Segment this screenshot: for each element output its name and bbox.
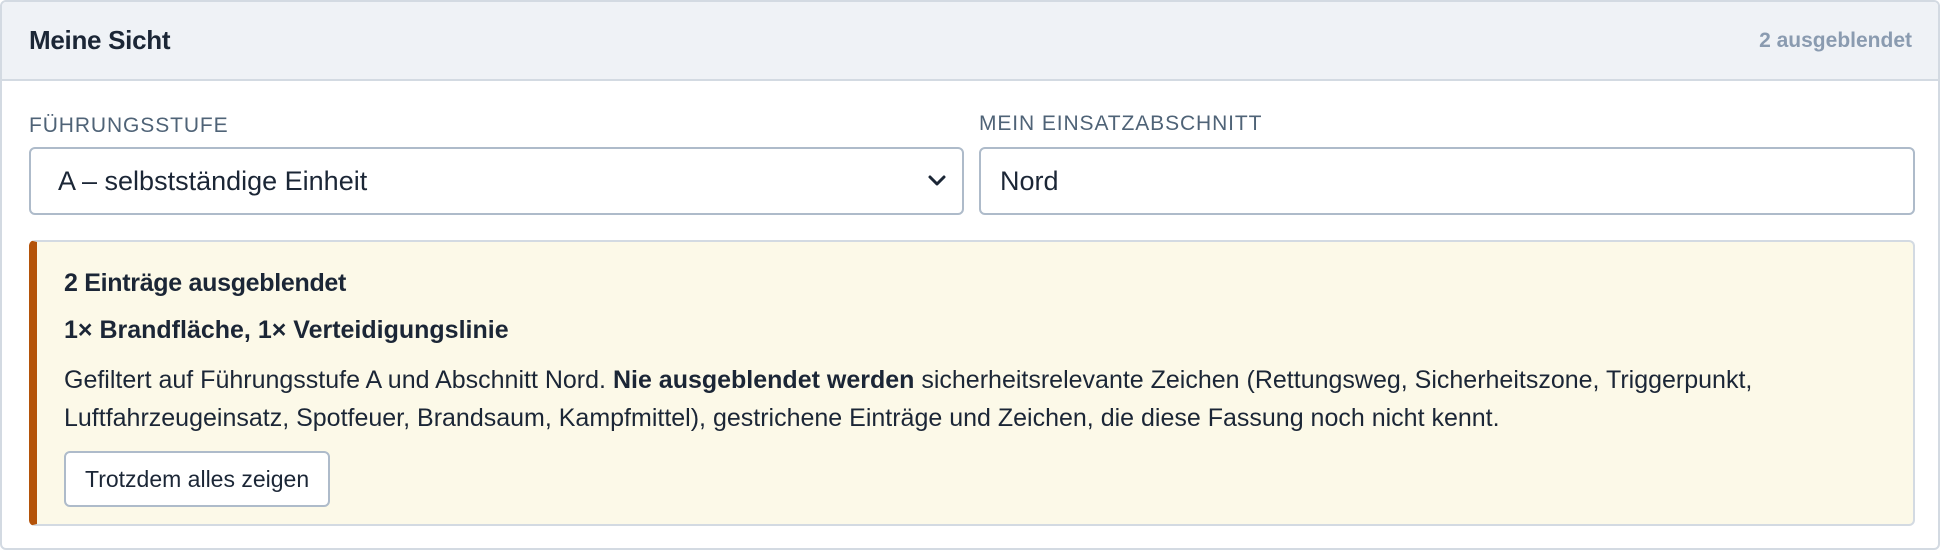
chevron-down-icon: [928, 175, 946, 186]
notice-body: Gefiltert auf Führungsstufe A und Abschn…: [64, 361, 1904, 437]
my-view-panel: Meine Sicht 2 ausgeblendet FÜHRUNGSSTUFE…: [0, 0, 1940, 550]
leadership-level-label: FÜHRUNGSSTUFE: [29, 114, 229, 137]
filter-fields: FÜHRUNGSSTUFE A – selbstständige Einheit…: [29, 110, 1915, 220]
panel-header: Meine Sicht 2 ausgeblendet: [2, 2, 1938, 81]
panel-title: Meine Sicht: [29, 25, 171, 55]
notice-title: 2 Einträge ausgeblendet: [64, 269, 347, 297]
show-all-button[interactable]: Trotzdem alles zeigen: [64, 451, 331, 507]
hidden-count-badge: 2 ausgeblendet: [1759, 28, 1912, 52]
notice-summary: 1× Brandfläche, 1× Verteidigungslinie: [64, 316, 509, 344]
notice-body-emphasis: Nie ausgeblendet werden: [612, 366, 915, 394]
sector-field: MEIN EINSATZABSCHNITT Nord: [979, 110, 1915, 215]
sector-label: MEIN EINSATZABSCHNITT: [979, 112, 1263, 135]
leadership-level-select[interactable]: A – selbstständige Einheit: [29, 147, 964, 215]
leadership-level-selected-value: A – selbstständige Einheit: [58, 165, 368, 196]
leadership-level-field: FÜHRUNGSSTUFE A – selbstständige Einheit: [29, 110, 964, 215]
sector-input[interactable]: Nord: [979, 147, 1915, 215]
notice-body-prefix: Gefiltert auf Führungsstufe A und Abschn…: [64, 366, 613, 394]
sector-input-value: Nord: [1000, 165, 1059, 196]
hidden-entries-notice: 2 Einträge ausgeblendet 1× Brandfläche, …: [29, 240, 1915, 526]
